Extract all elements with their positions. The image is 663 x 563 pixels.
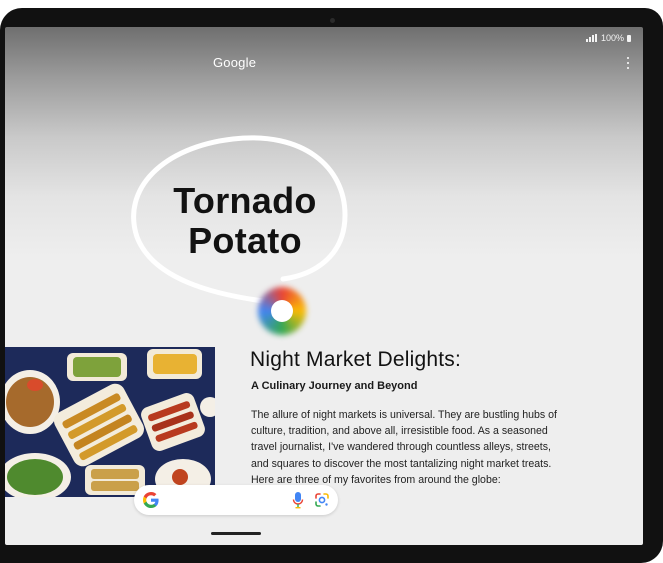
status-bar: 100% (585, 33, 631, 43)
more-vert-icon[interactable] (627, 57, 631, 69)
battery-percent: 100% (600, 33, 624, 43)
front-camera (330, 18, 335, 23)
tablet-screen: 100% Google Tornado Potato Night Market … (5, 27, 643, 545)
microphone-icon[interactable] (292, 491, 304, 509)
night-market-food-image (5, 347, 215, 497)
home-gesture-bar[interactable] (211, 532, 261, 535)
battery-icon (627, 34, 631, 42)
article-subtitle: A Culinary Journey and Beyond (251, 380, 418, 392)
search-bar[interactable] (134, 485, 338, 515)
food-illustration (5, 347, 215, 497)
app-title: Google (213, 55, 257, 70)
google-g-icon (143, 492, 159, 508)
selection-line-2: Potato (188, 220, 302, 261)
selection-line-1: Tornado (173, 180, 317, 221)
article-title: Night Market Delights: (250, 348, 461, 371)
google-lens-icon[interactable] (314, 492, 330, 508)
circled-selection-text[interactable]: Tornado Potato (145, 181, 345, 261)
wifi-signal-icon (585, 34, 597, 42)
orb-center (271, 300, 293, 322)
article-body: The allure of night markets is universal… (251, 409, 558, 486)
